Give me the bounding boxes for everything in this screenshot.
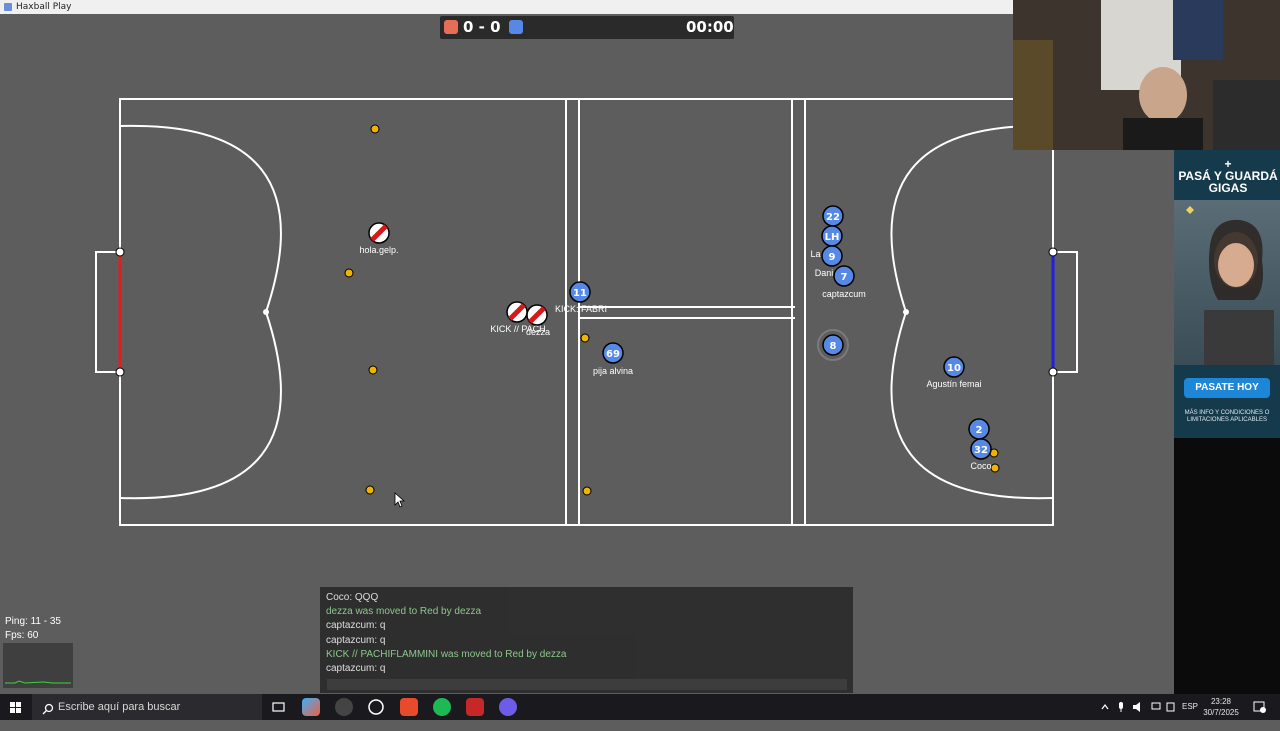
- svg-text:2: 2: [976, 425, 983, 436]
- player-name: dezza: [526, 327, 550, 337]
- side-panel: [1174, 438, 1280, 694]
- player-kick-fabri[interactable]: 11 KICK: FABRI: [555, 281, 607, 314]
- svg-text:9: 9: [829, 252, 836, 263]
- player-name: Coco: [970, 461, 991, 471]
- microphone-icon[interactable]: [1116, 694, 1126, 720]
- fps-readout: Fps: 60: [5, 630, 39, 641]
- chat-message: captazcum: q: [326, 663, 386, 675]
- cone-marker: [582, 486, 592, 496]
- left-penalty-spot: [263, 309, 269, 315]
- right-goal-net: [1053, 251, 1078, 373]
- network-icon[interactable]: [1150, 694, 1162, 720]
- chat-message: dezza was moved to Red by dezza: [326, 606, 482, 618]
- ad-cta-button[interactable]: PASATE HOY: [1184, 378, 1270, 398]
- chat-message: KICK // PACHIFLAMMINI was moved to Red b…: [326, 648, 567, 660]
- left-penalty-arc: [119, 124, 282, 500]
- svg-text:32: 32: [974, 445, 988, 456]
- obs-icon[interactable]: [367, 698, 385, 716]
- cone-marker: [344, 268, 354, 278]
- spotify-icon[interactable]: [433, 698, 451, 716]
- chrome-icon[interactable]: [335, 698, 353, 716]
- network-stats: Ping: 11 - 35 Fps: 60: [5, 615, 61, 643]
- cone-marker: [365, 485, 375, 495]
- svg-text:7: 7: [841, 272, 848, 283]
- cone-marker: [370, 124, 380, 134]
- svg-text:11: 11: [573, 288, 587, 299]
- cone-marker: [368, 365, 378, 375]
- chat-message: captazcum: q: [326, 634, 386, 646]
- player-name: hola.gelp.: [359, 245, 398, 255]
- cone-marker: [990, 463, 1000, 473]
- taskbar: Escribe aquí para buscar ESP 23:28 30/7/…: [0, 694, 1280, 720]
- taskbar-search-input[interactable]: Escribe aquí para buscar: [32, 694, 262, 720]
- clock-time: 23:28: [1210, 697, 1232, 706]
- language-indicator[interactable]: ESP: [1182, 694, 1198, 720]
- tray-chevron-up-icon[interactable]: [1100, 694, 1110, 720]
- left-goal-net: [95, 251, 120, 373]
- chat-input[interactable]: [327, 679, 847, 690]
- player-pija-alvina[interactable]: 69 pija alvina: [593, 342, 633, 376]
- discord-icon[interactable]: [499, 698, 517, 716]
- notifications-icon[interactable]: [1252, 694, 1266, 720]
- windows-start-icon[interactable]: [4, 694, 28, 720]
- ball[interactable]: 8: [817, 329, 849, 361]
- cone-marker: [580, 333, 590, 343]
- right-penalty-spot: [903, 309, 909, 315]
- player-22[interactable]: 22: [822, 205, 844, 227]
- system-clock[interactable]: 23:28 30/7/2025: [1198, 696, 1244, 718]
- battery-icon[interactable]: [1166, 694, 1176, 720]
- brave-icon[interactable]: [400, 698, 418, 716]
- player-hola-gelp[interactable]: hola.gelp.: [359, 222, 399, 255]
- player-name: Dani: [815, 268, 834, 278]
- ad-photo: [1174, 200, 1280, 365]
- player-dezza[interactable]: dezza: [526, 304, 550, 337]
- player-name: Agustín femai: [926, 379, 981, 389]
- task-view-icon[interactable]: [270, 698, 288, 716]
- svg-text:10: 10: [947, 363, 961, 374]
- player-2[interactable]: 2: [968, 418, 990, 440]
- player-name: KICK: FABRI: [555, 304, 607, 314]
- right-goal-post: [1048, 247, 1058, 257]
- player-name: pija alvina: [593, 366, 633, 376]
- player-agustin[interactable]: 10 Agustín femai: [926, 356, 982, 389]
- ping-readout: Ping: 11 - 35: [5, 616, 61, 627]
- player-coco[interactable]: 32 Coco: [970, 438, 992, 471]
- right-penalty-arc: [890, 124, 1054, 500]
- clock-date: 30/7/2025: [1203, 708, 1239, 717]
- svg-text:8: 8: [830, 341, 837, 352]
- search-icon: [42, 700, 54, 715]
- ad-banner[interactable]: + PASÁ Y GUARDÁ GIGAS PASATE HOY MÁS INF…: [1174, 150, 1280, 438]
- chat-panel: Coco: QQQ dezza was moved to Red by dezz…: [320, 587, 853, 693]
- left-goal-post: [115, 247, 125, 257]
- ping-graph: [3, 643, 73, 688]
- webcam-overlay: [1013, 0, 1280, 150]
- player-name: captazcum: [822, 289, 866, 299]
- chat-message: captazcum: q: [326, 620, 386, 632]
- ad-fine-print: MÁS INFO Y CONDICIONES O LIMITACIONES AP…: [1184, 410, 1270, 423]
- right-goal-post: [1048, 367, 1058, 377]
- voice-meeter-icon[interactable]: [466, 698, 484, 716]
- volume-icon[interactable]: [1132, 694, 1144, 720]
- ad-title: + PASÁ Y GUARDÁ GIGAS: [1178, 157, 1278, 195]
- search-placeholder: Escribe aquí para buscar: [58, 701, 181, 713]
- svg-text:LH: LH: [825, 232, 840, 243]
- svg-text:22: 22: [826, 212, 840, 223]
- chat-message: Coco: QQQ: [326, 592, 379, 603]
- mouse-cursor-icon: [394, 492, 406, 508]
- svg-text:69: 69: [606, 349, 620, 360]
- copilot-icon[interactable]: [302, 698, 320, 716]
- left-goal-post: [115, 367, 125, 377]
